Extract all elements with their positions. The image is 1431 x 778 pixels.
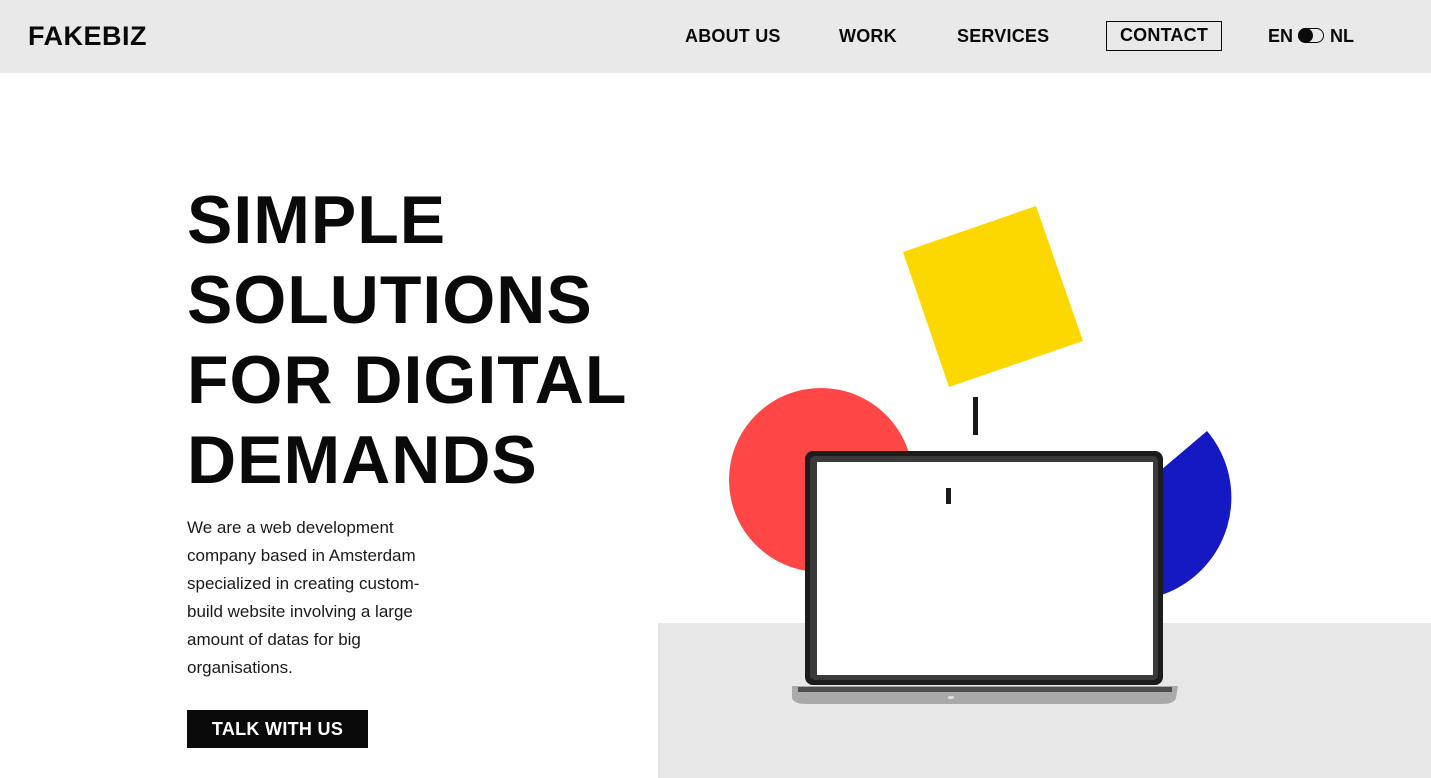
lang-en-option[interactable]: EN [1268,24,1293,48]
site-header: FAKEBIZ ABOUT US WORK SERVICES CONTACT E… [0,0,1431,73]
hero-title-line: SOLUTIONS [187,262,593,338]
hero-illustration [729,206,1232,704]
yellow-square-icon [903,206,1083,387]
laptop-icon [792,451,1178,704]
landing-page: FAKEBIZ ABOUT US WORK SERVICES CONTACT E… [0,0,1431,778]
talk-with-us-button[interactable]: TALK WITH US [187,710,368,748]
language-toggle[interactable] [1297,27,1324,43]
hero-title-line: DEMANDS [187,422,538,498]
nav-contact-button[interactable]: CONTACT [1106,21,1222,51]
hero-description: We are a web development company based i… [187,518,420,677]
nav-work[interactable]: WORK [839,24,897,48]
hero-title-line: FOR DIGITAL [187,342,628,418]
toggle-knob-icon [1297,27,1313,43]
falling-bar-icon [973,397,978,435]
nav-services[interactable]: SERVICES [957,24,1049,48]
hero-title: SIMPLE SOLUTIONS FOR DIGITAL DEMANDS [187,180,667,500]
hero-title-line: SIMPLE [187,182,447,258]
lang-nl-option[interactable]: NL [1330,24,1354,48]
brand-logo[interactable]: FAKEBIZ [28,21,147,51]
nav-about-us[interactable]: ABOUT US [685,24,781,48]
